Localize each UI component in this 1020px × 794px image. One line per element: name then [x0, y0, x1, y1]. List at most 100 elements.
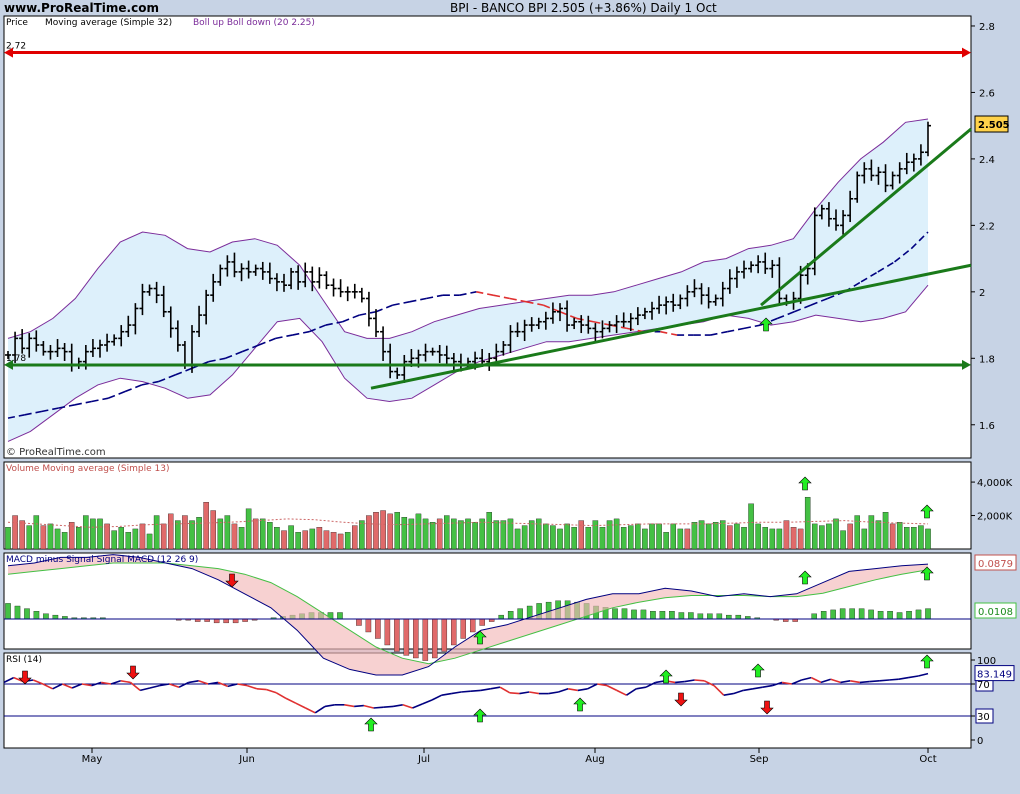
macd-histogram-bar [669, 611, 675, 620]
price-axis-label: 2 [979, 288, 985, 299]
volume-bar [918, 525, 924, 550]
volume-bar [465, 518, 471, 550]
volume-bar [352, 525, 358, 550]
chart-canvas[interactable]: May Jun Jul Aug Sep Oct 2.72 1.78 Price Moving av… [0, 0, 1020, 794]
volume-bar [925, 528, 931, 550]
volume-bar [160, 523, 167, 550]
macd-histogram-bar [24, 608, 30, 620]
x-axis-label: Jul [417, 754, 430, 765]
volume-bar [175, 520, 181, 550]
macd-histogram-bar [441, 618, 448, 652]
macd-histogram-bar [849, 608, 855, 620]
volume-bar [61, 532, 68, 550]
volume-bar [592, 520, 599, 550]
volume-bar [19, 520, 25, 550]
macd-histogram-bar [394, 618, 400, 652]
volume-bar [748, 503, 754, 550]
legend-rsi: RSI (14) [6, 655, 42, 665]
volume-bar [797, 528, 804, 550]
volume-bar [252, 518, 259, 550]
macd-histogram-bar [830, 609, 836, 620]
rsi-axis-label: 0 [977, 736, 983, 747]
macd-histogram-bar [498, 614, 504, 620]
volume-bar [337, 533, 344, 550]
volume-bar [295, 532, 301, 550]
volume-bar [316, 527, 323, 550]
volume-bar [649, 523, 655, 550]
rsi-line-segment [354, 704, 364, 708]
rsi-line-segment [889, 678, 899, 681]
volume-bar [472, 522, 478, 550]
volume-bar [783, 520, 790, 550]
macd-histogram-bar [375, 618, 381, 639]
macd-histogram-bar [735, 614, 742, 620]
macd-histogram-bar [43, 613, 49, 620]
volume-bar [90, 518, 96, 550]
volume-bar [486, 512, 492, 550]
macd-histogram-bar [631, 609, 637, 620]
volume-bar [613, 518, 620, 550]
volume-bar [12, 515, 18, 550]
rsi-line-segment [470, 689, 481, 692]
rsi-line-segment [383, 705, 394, 708]
volume-bar [635, 523, 641, 550]
macd-histogram-bar [697, 613, 704, 620]
price-axis-label: 2.4 [979, 155, 995, 166]
volume-bar [720, 520, 726, 550]
volume-bar [840, 530, 846, 550]
volume-bar [182, 515, 188, 550]
volume-bar [585, 527, 592, 550]
volume-bar [691, 522, 698, 550]
rsi-line-segment [879, 679, 890, 682]
macd-histogram-bar [820, 611, 827, 620]
volume-bar [281, 530, 287, 550]
volume-bar [458, 520, 464, 550]
rsi-line-segment [675, 680, 685, 684]
volume-bar [168, 513, 174, 550]
volume-bar [727, 525, 733, 550]
volume-bar [302, 530, 308, 550]
volume-bar [755, 523, 761, 550]
volume-bar [493, 520, 500, 550]
volume-bar [861, 528, 868, 550]
macd-histogram-bar [5, 603, 11, 620]
macd-histogram-bar [887, 611, 893, 620]
volume-bar [528, 520, 535, 550]
macd-histogram-bar [612, 608, 618, 620]
volume-bar [125, 532, 132, 550]
volume-bar [415, 513, 422, 550]
legend-moving-average: Moving average (Simple 32) [45, 18, 172, 28]
volume-bar [104, 523, 110, 550]
volume-bar [705, 523, 712, 550]
volume-bar [401, 517, 408, 550]
macd-histogram-bar [223, 618, 229, 624]
macd-histogram-bar [688, 612, 694, 620]
watermark: © ProRealTime.com [6, 447, 106, 458]
volume-bar [54, 528, 61, 550]
volume-bar [97, 518, 103, 550]
macd-histogram-bar [640, 609, 647, 620]
macd-histogram-bar [356, 618, 362, 626]
volume-bar [698, 520, 705, 550]
volume-bar [550, 525, 556, 550]
price-axis-label: 2.8 [979, 22, 995, 33]
volume-bar [83, 515, 89, 550]
volume-bar [521, 525, 528, 550]
volume-bar [812, 523, 818, 550]
price-axis-label: 2.2 [979, 221, 995, 232]
volume-bar [889, 523, 896, 550]
rsi-line-segment [461, 690, 471, 693]
volume-bar [854, 515, 860, 550]
volume-bar [139, 523, 146, 550]
macd-histogram-bar [213, 618, 220, 624]
macd-histogram-bar [337, 612, 343, 620]
rsi-line-segment [859, 680, 870, 684]
volume-axis-label: 2,000K [977, 512, 1013, 523]
volume-bar [741, 527, 747, 550]
legend-macd: MACD minus Signal Signal MACD (12 26 9) [6, 555, 198, 565]
legend-price: Price [6, 18, 28, 28]
volume-bar [826, 523, 832, 550]
volume-bar [479, 518, 485, 550]
price-axis-label: 1.8 [979, 354, 995, 365]
volume-bar [210, 510, 216, 550]
